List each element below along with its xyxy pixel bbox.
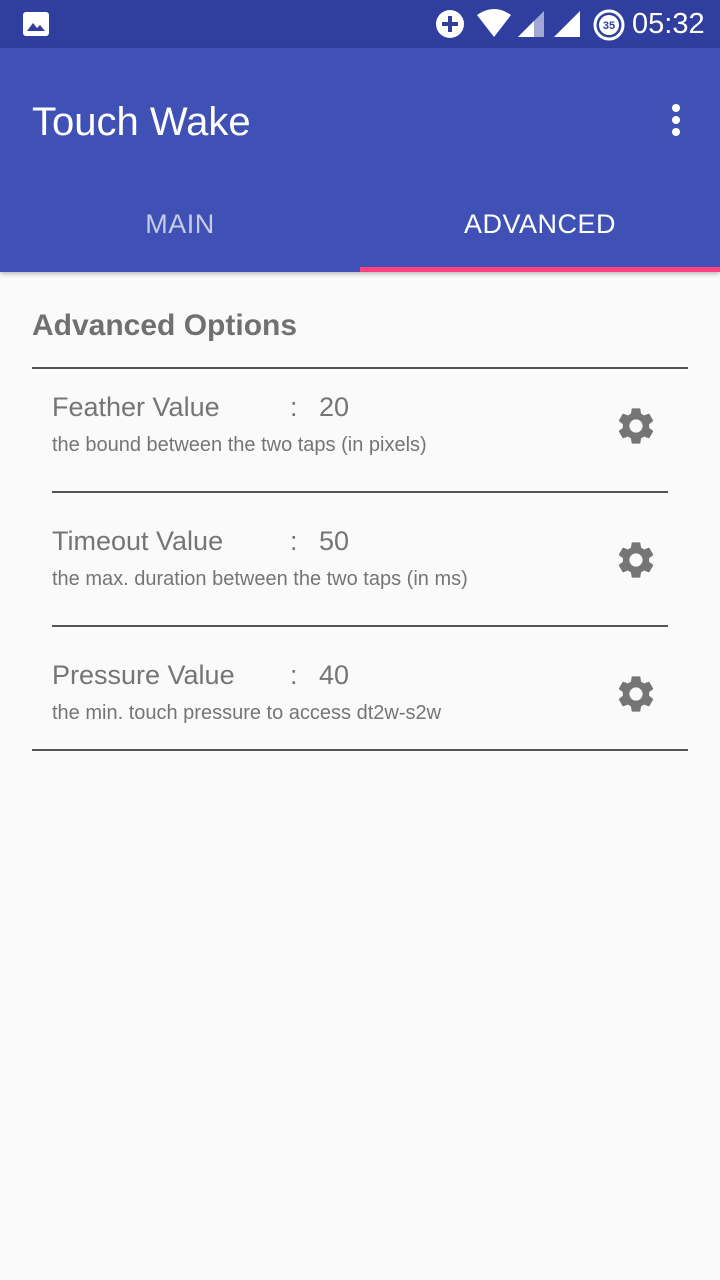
svg-text:35: 35 [603,20,615,32]
more-vert-icon[interactable] [660,100,692,140]
divider [32,749,688,751]
divider [52,625,668,627]
option-separator: : [290,392,298,422]
wifi-icon [477,9,511,37]
option-value: 50 [319,526,350,556]
plus-circle-icon [436,10,464,38]
divider [52,491,668,493]
option-feather: Feather Value : 20 the bound between the… [0,368,720,500]
option-timeout: Timeout Value : 50 the max. duration bet… [0,502,720,634]
tab-advanced[interactable]: ADVANCED [360,176,720,272]
tab-indicator [360,267,720,272]
status-bar: 35 05:32 [0,0,720,48]
clock: 05:32 [632,8,705,40]
option-name: Pressure Value [52,660,235,690]
feather-settings-button[interactable] [610,400,662,452]
app-bar: Touch Wake MAIN ADVANCED [0,48,720,272]
option-value: 20 [319,392,350,422]
gallery-icon [23,12,49,36]
option-separator: : [290,660,298,690]
gear-icon [618,408,654,444]
option-value: 40 [319,660,350,690]
signal-icon [554,11,580,37]
option-separator: : [290,526,298,556]
tab-bar: MAIN ADVANCED [0,176,720,272]
option-description: the max. duration between the two taps (… [52,568,468,590]
section-title: Advanced Options [32,309,298,342]
app-title: Touch Wake [32,100,251,144]
gear-icon [618,542,654,578]
battery-saver-icon: 35 [593,9,625,41]
signal-icon [518,11,544,37]
tab-main[interactable]: MAIN [0,176,360,272]
gear-icon [618,676,654,712]
option-description: the bound between the two taps (in pixel… [52,434,427,456]
option-description: the min. touch pressure to access dt2w-s… [52,702,442,724]
pressure-settings-button[interactable] [610,668,662,720]
timeout-settings-button[interactable] [610,534,662,586]
tab-main-label: MAIN [145,208,215,239]
option-name: Timeout Value [52,526,224,556]
option-name: Feather Value [52,392,220,422]
tab-advanced-label: ADVANCED [463,208,617,239]
